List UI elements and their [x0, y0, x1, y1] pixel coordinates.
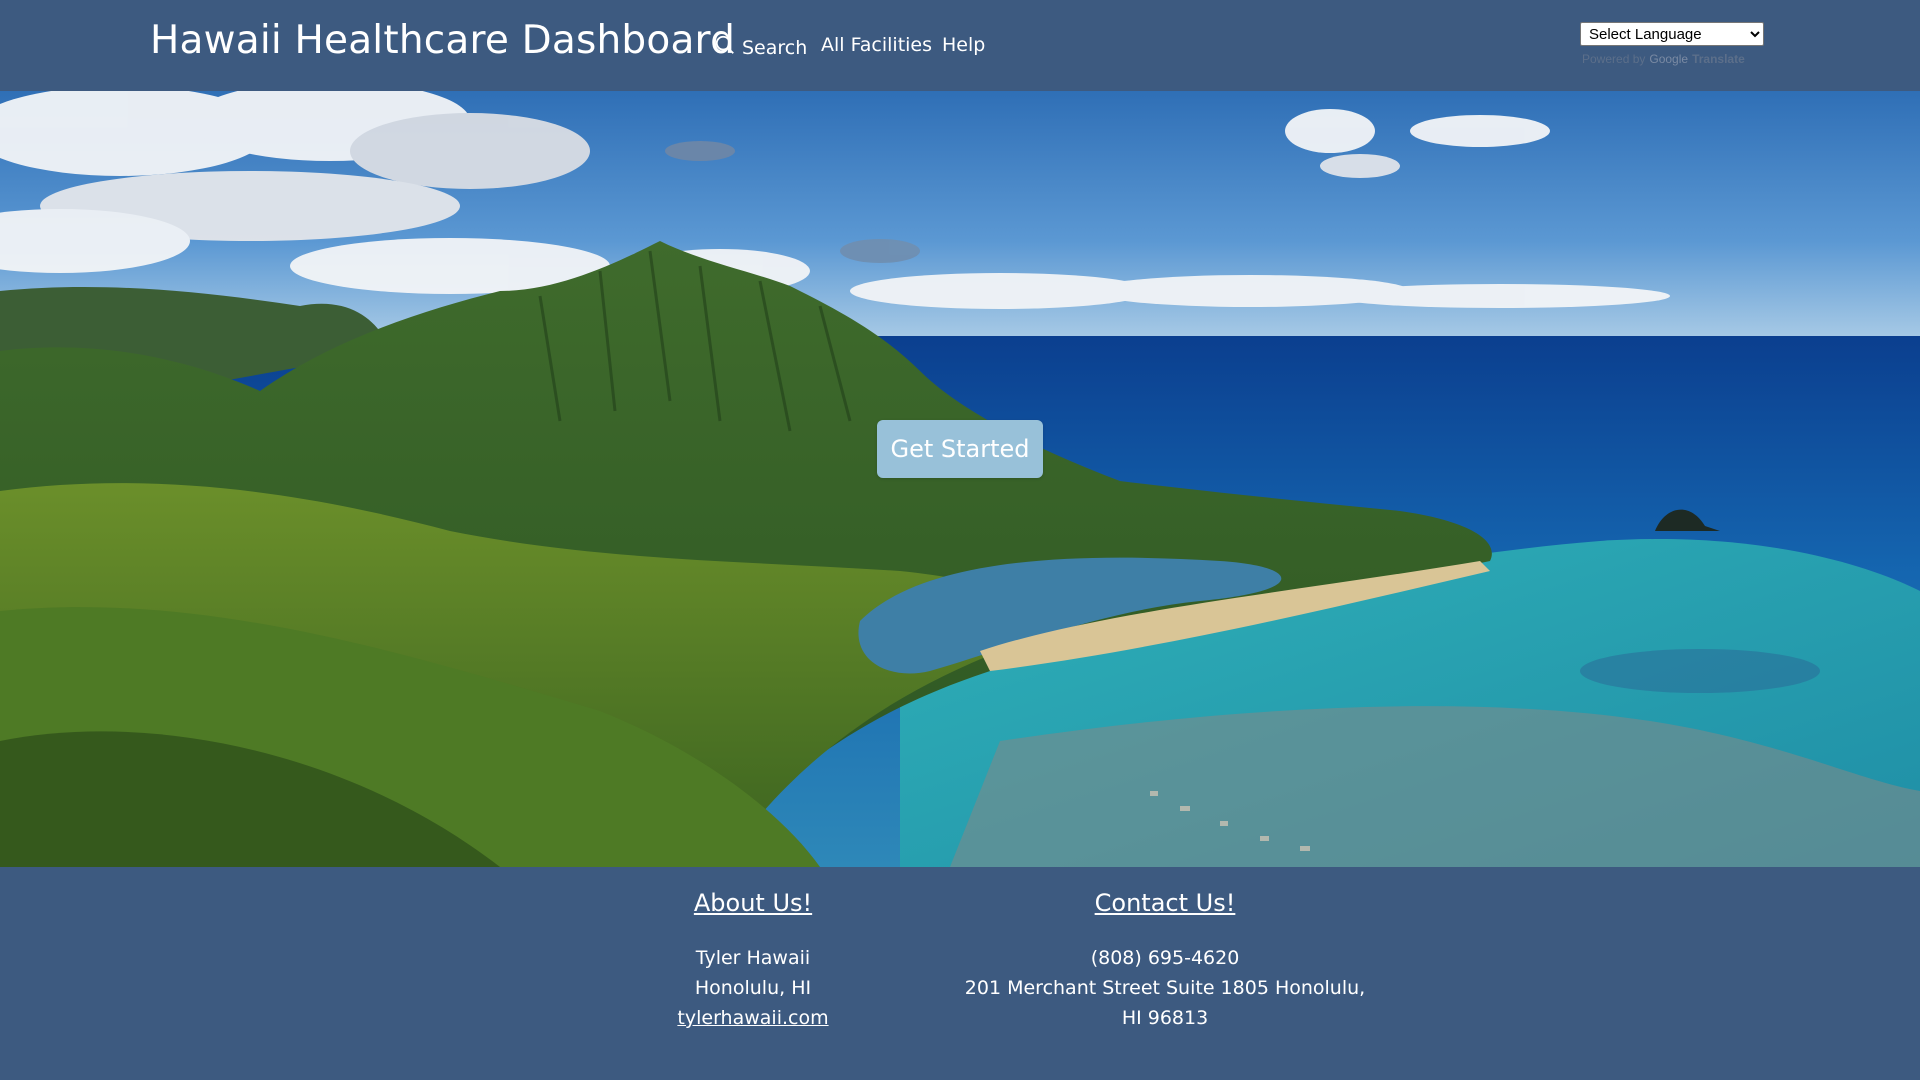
site-title[interactable]: Hawaii Healthcare Dashboard: [150, 18, 735, 63]
about-website-link[interactable]: tylerhawaii.com: [630, 1003, 876, 1033]
translate-label[interactable]: Translate: [1692, 52, 1745, 66]
nav-search-label: Search: [742, 36, 808, 59]
powered-by-label: Powered by: [1582, 52, 1646, 66]
powered-by-google-translate: Powered by Google Translate: [1580, 52, 1764, 66]
footer-contact-section: Contact Us! (808) 695-4620 201 Merchant …: [940, 889, 1390, 1033]
footer-about-section: About Us! Tyler Hawaii Honolulu, HI tyle…: [630, 889, 876, 1033]
nav-search-link[interactable]: Search: [714, 34, 807, 61]
google-translate-widget: Select Language Powered by Google Transl…: [1580, 22, 1764, 66]
contact-us-heading[interactable]: Contact Us!: [940, 889, 1390, 917]
about-location: Honolulu, HI: [694, 977, 812, 999]
about-us-heading[interactable]: About Us!: [630, 889, 876, 917]
google-logo[interactable]: Google: [1649, 52, 1688, 66]
contact-address-line2: HI 96813: [1121, 1007, 1209, 1029]
hero-banner: Get Started: [0, 91, 1920, 867]
get-started-button[interactable]: Get Started: [877, 420, 1043, 478]
hero-landscape-image: [0, 91, 1920, 867]
about-company-name: Tyler Hawaii: [695, 947, 811, 969]
contact-phone: (808) 695-4620: [1090, 947, 1240, 969]
nav-help-link[interactable]: Help: [942, 34, 985, 56]
top-navbar: Hawaii Healthcare Dashboard Search All F…: [0, 0, 1920, 91]
language-select[interactable]: Select Language: [1580, 22, 1764, 46]
nav-all-facilities-link[interactable]: All Facilities: [821, 34, 932, 56]
search-icon: [714, 34, 736, 61]
contact-address-line1: 201 Merchant Street Suite 1805 Honolulu,: [964, 977, 1366, 999]
footer: About Us! Tyler Hawaii Honolulu, HI tyle…: [0, 867, 1920, 1080]
